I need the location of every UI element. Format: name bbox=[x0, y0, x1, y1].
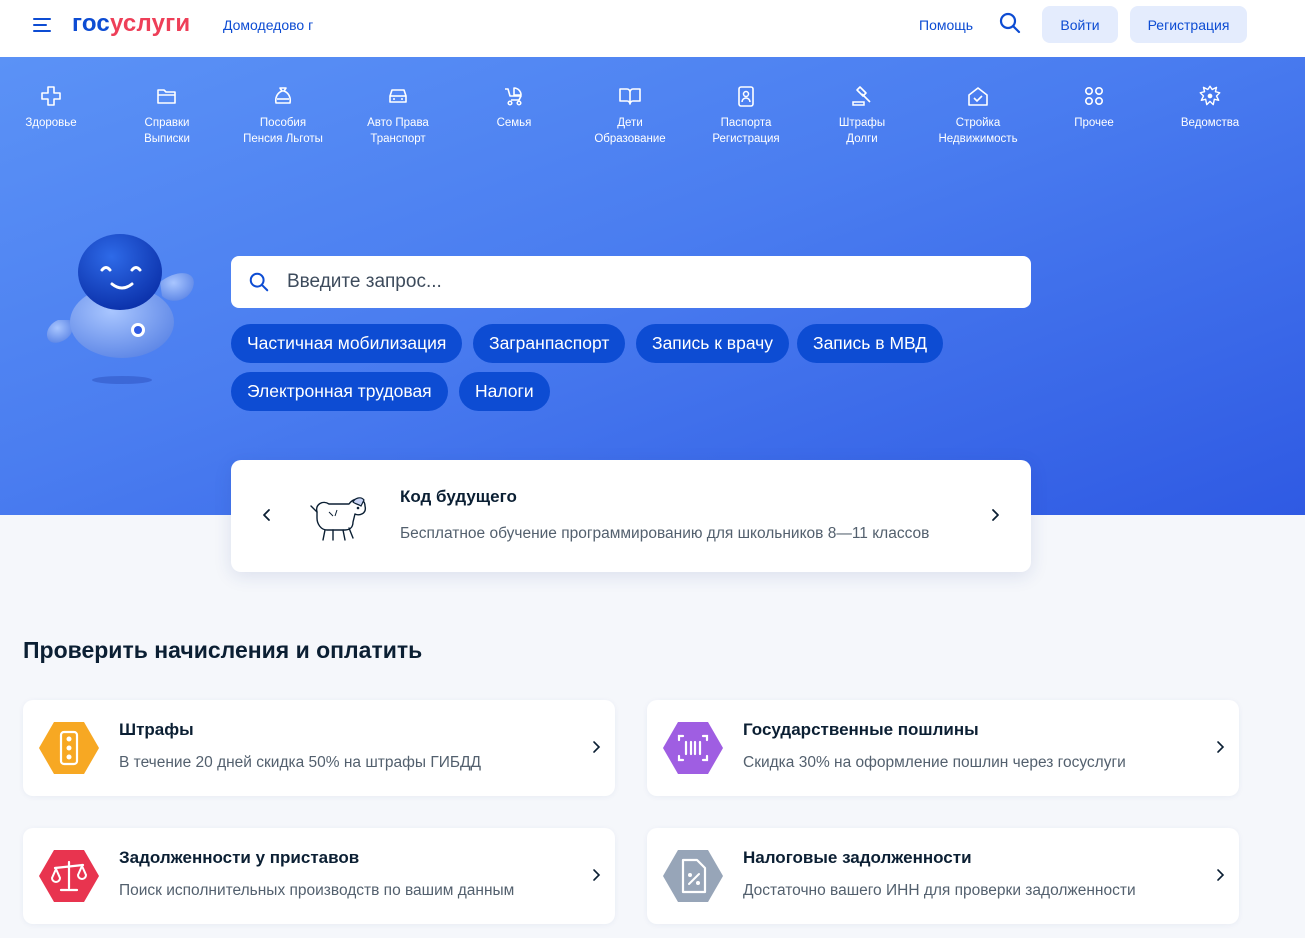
card-title: Налоговые задолженности bbox=[743, 848, 972, 867]
money-bag-icon bbox=[274, 87, 292, 104]
category-benefits[interactable]: Пособия Пенсия Льготы bbox=[225, 83, 341, 147]
health-cross-icon bbox=[41, 86, 61, 106]
barcode-icon bbox=[662, 722, 724, 774]
search-input[interactable] bbox=[287, 256, 1007, 308]
traffic-light-icon bbox=[38, 722, 100, 774]
car-icon bbox=[389, 89, 407, 103]
login-button[interactable]: Войти bbox=[1042, 6, 1118, 43]
menu-icon[interactable] bbox=[33, 16, 53, 34]
promo-banner[interactable]: Код будущего Бесплатное обучение програм… bbox=[231, 460, 1031, 572]
search-bar[interactable] bbox=[231, 256, 1031, 308]
card-text: Достаточно вашего ИНН для проверки задол… bbox=[743, 882, 1136, 899]
city-selector[interactable]: Домодедово г bbox=[223, 17, 313, 33]
promo-title: Код будущего bbox=[400, 487, 517, 506]
category-passports[interactable]: Паспорта Регистрация bbox=[688, 83, 804, 147]
chip-labor-book[interactable]: Электронная трудовая bbox=[231, 372, 448, 411]
category-other[interactable]: Прочее bbox=[1036, 83, 1152, 131]
robot-mascot bbox=[46, 234, 194, 384]
search-icon bbox=[249, 272, 269, 292]
card-title: Задолженности у приставов bbox=[119, 848, 360, 867]
chip-passport[interactable]: Загранпаспорт bbox=[473, 324, 626, 363]
chevron-left-icon[interactable] bbox=[261, 508, 273, 522]
grid-icon bbox=[1084, 86, 1104, 106]
category-auto[interactable]: Авто Права Транспорт bbox=[340, 83, 456, 147]
category-health[interactable]: Здоровье bbox=[0, 83, 109, 131]
card-title: Штрафы bbox=[119, 720, 194, 739]
register-button[interactable]: Регистрация bbox=[1130, 6, 1247, 43]
top-header: госуслуги Домодедово г Помощь Войти Реги… bbox=[0, 0, 1305, 57]
promo-text: Бесплатное обучение программированию для… bbox=[400, 525, 930, 542]
emblem-icon bbox=[1199, 85, 1221, 106]
chevron-right-icon bbox=[1217, 869, 1225, 881]
robot-dog-icon bbox=[310, 497, 367, 541]
book-icon bbox=[619, 88, 641, 105]
card-tax-debts[interactable]: Налоговые задолженности Достаточно вашег… bbox=[647, 828, 1239, 924]
chevron-right-icon bbox=[593, 741, 601, 753]
section-title: Проверить начисления и оплатить bbox=[23, 637, 423, 663]
chevron-right-icon bbox=[1217, 741, 1225, 753]
card-text: Поиск исполнительных производств по ваши… bbox=[119, 882, 515, 899]
card-fines[interactable]: Штрафы В течение 20 дней скидка 50% на ш… bbox=[23, 700, 615, 796]
hero-section: Здоровье Справки Выписки Пособия Пенсия … bbox=[0, 57, 1305, 515]
category-fines[interactable]: Штрафы Долги bbox=[804, 83, 920, 147]
chip-doctor[interactable]: Запись к врачу bbox=[636, 324, 790, 363]
category-family[interactable]: Семья bbox=[456, 83, 572, 131]
gavel-icon bbox=[852, 86, 871, 106]
chip-mobilization[interactable]: Частичная мобилизация bbox=[231, 324, 463, 363]
scales-icon bbox=[38, 850, 100, 902]
card-text: В течение 20 дней скидка 50% на штрафы Г… bbox=[119, 754, 482, 771]
card-title: Государственные пошлины bbox=[743, 720, 979, 739]
chevron-right-icon[interactable] bbox=[989, 508, 1001, 522]
stroller-icon bbox=[505, 87, 522, 106]
logo[interactable]: госуслуги bbox=[72, 10, 190, 38]
card-state-duties[interactable]: Государственные пошлины Скидка 30% на оф… bbox=[647, 700, 1239, 796]
card-text: Скидка 30% на оформление пошлин через го… bbox=[743, 754, 1126, 771]
category-departments[interactable]: Ведомства bbox=[1152, 83, 1268, 131]
folder-icon bbox=[157, 89, 176, 104]
help-link[interactable]: Помощь bbox=[919, 17, 973, 33]
passport-icon bbox=[738, 86, 754, 107]
house-icon bbox=[968, 87, 988, 106]
chevron-right-icon bbox=[593, 869, 601, 881]
tax-document-icon bbox=[662, 850, 724, 902]
category-documents[interactable]: Справки Выписки bbox=[109, 83, 225, 147]
chip-mvd[interactable]: Запись в МВД bbox=[797, 324, 944, 363]
category-children[interactable]: Дети Образование bbox=[572, 83, 688, 147]
search-icon[interactable] bbox=[998, 11, 1022, 35]
card-bailiff-debts[interactable]: Задолженности у приставов Поиск исполнит… bbox=[23, 828, 615, 924]
category-property[interactable]: Стройка Недвижимость bbox=[920, 83, 1036, 147]
chip-taxes[interactable]: Налоги bbox=[459, 372, 550, 411]
